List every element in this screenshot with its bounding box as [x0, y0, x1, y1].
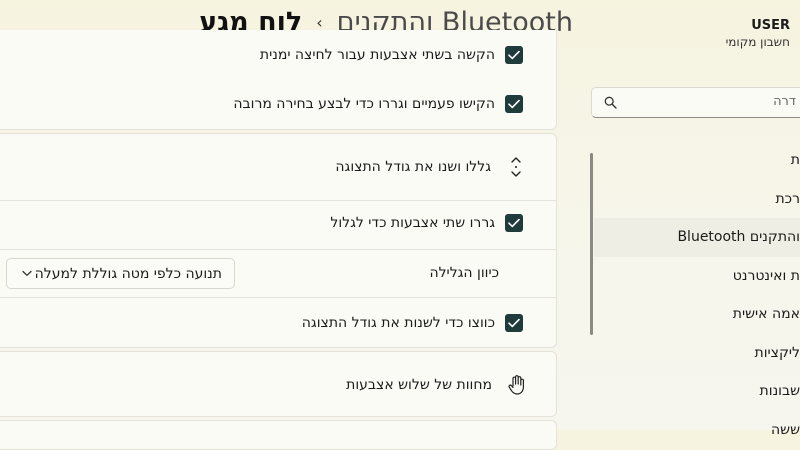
search-icon [604, 96, 617, 109]
three-finger-card[interactable]: מחוות של שלוש אצבעות [0, 351, 557, 417]
scroll-zoom-header[interactable]: גללו ושנו את גודל התצוגה [0, 134, 556, 200]
user-name: USER [751, 18, 790, 33]
divider [0, 200, 556, 201]
sidebar-item-accounts[interactable]: שבונות [594, 372, 800, 411]
sidebar-item-software[interactable]: רכת [594, 180, 800, 219]
sidebar-item-personalization[interactable]: אמה אישית [594, 295, 800, 334]
right-click-row[interactable]: הקשה בשתי אצבעות עבור לחיצה ימנית [0, 42, 556, 68]
sidebar-item-label: Bluetooth והתקנים [677, 229, 800, 246]
pinch-zoom-row[interactable]: כווצו כדי לשנות את גודל התצוגה [0, 310, 556, 336]
checkmark-icon [508, 50, 520, 60]
right-click-checkbox[interactable] [505, 46, 523, 64]
two-finger-scroll-label: גררו שתי אצבעות כדי לגלול [330, 215, 495, 231]
search-input[interactable]: דרה [591, 87, 800, 118]
sidebar-scrollbar[interactable] [590, 153, 593, 335]
checkmark-icon [508, 318, 520, 328]
user-account[interactable]: USER חשבון מקומי [726, 18, 790, 49]
next-card [0, 420, 557, 450]
checkmark-icon [508, 218, 520, 228]
three-finger-label: מחוות של שלוש אצבעות [346, 377, 492, 393]
scroll-direction-row: כיוון הגלילה תנועה כלפי מטה גוללת למעלה [0, 250, 556, 296]
three-finger-header[interactable]: מחוות של שלוש אצבעות [0, 352, 556, 418]
two-finger-scroll-row[interactable]: גררו שתי אצבעות כדי לגלול [0, 210, 556, 236]
scroll-zoom-header-label: גללו ושנו את גודל התצוגה [335, 159, 491, 175]
scroll-zoom-icon [507, 154, 525, 180]
chevron-down-icon [22, 270, 32, 276]
pinch-zoom-checkbox[interactable] [505, 314, 523, 332]
divider [0, 297, 556, 298]
hand-icon [506, 373, 528, 397]
sidebar-item-label: אמה אישית [732, 306, 800, 323]
scroll-direction-label: כיוון הגלילה [429, 265, 499, 281]
scroll-direction-dropdown[interactable]: תנועה כלפי מטה גוללת למעלה [6, 258, 235, 289]
scroll-zoom-card: גללו ושנו את גודל התצוגה גררו שתי אצבעות… [0, 133, 557, 348]
sidebar-item-apps[interactable]: ליקציות [594, 334, 800, 373]
sidebar-item-network[interactable]: ת ואינטרנט [594, 257, 800, 296]
double-tap-drag-checkbox[interactable] [505, 95, 523, 113]
sidebar-item-system[interactable]: ת [594, 141, 800, 180]
sidebar-item-label: ליקציות [754, 344, 800, 361]
breadcrumb-separator: › [316, 12, 323, 32]
sidebar-item-label: שבונות [759, 383, 800, 400]
sidebar-item-bluetooth-devices[interactable]: Bluetooth והתקנים [594, 218, 800, 257]
scroll-direction-value: תנועה כלפי מטה גוללת למעלה [34, 265, 222, 282]
sidebar-item-label: ת ואינטרנט [732, 267, 800, 284]
search-placeholder: דרה [773, 94, 796, 109]
two-finger-scroll-checkbox[interactable] [505, 214, 523, 232]
sidebar-nav: ת רכת Bluetooth והתקנים ת ואינטרנט אמה א… [594, 141, 800, 449]
sidebar-item-label: רכת [775, 190, 800, 207]
user-account-type: חשבון מקומי [725, 35, 790, 49]
pinch-zoom-label: כווצו כדי לשנות את גודל התצוגה [301, 315, 495, 331]
sidebar-item-label: ת [790, 152, 800, 169]
right-click-label: הקשה בשתי אצבעות עבור לחיצה ימנית [259, 47, 495, 63]
checkmark-icon [508, 99, 520, 109]
double-tap-drag-label: הקישו פעמיים וגררו כדי לבצע בחירה מרובה [233, 96, 495, 112]
double-tap-drag-row[interactable]: הקישו פעמיים וגררו כדי לבצע בחירה מרובה [0, 91, 556, 117]
taps-card: הקשה בשתי אצבעות עבור לחיצה ימנית הקישו … [0, 30, 557, 130]
